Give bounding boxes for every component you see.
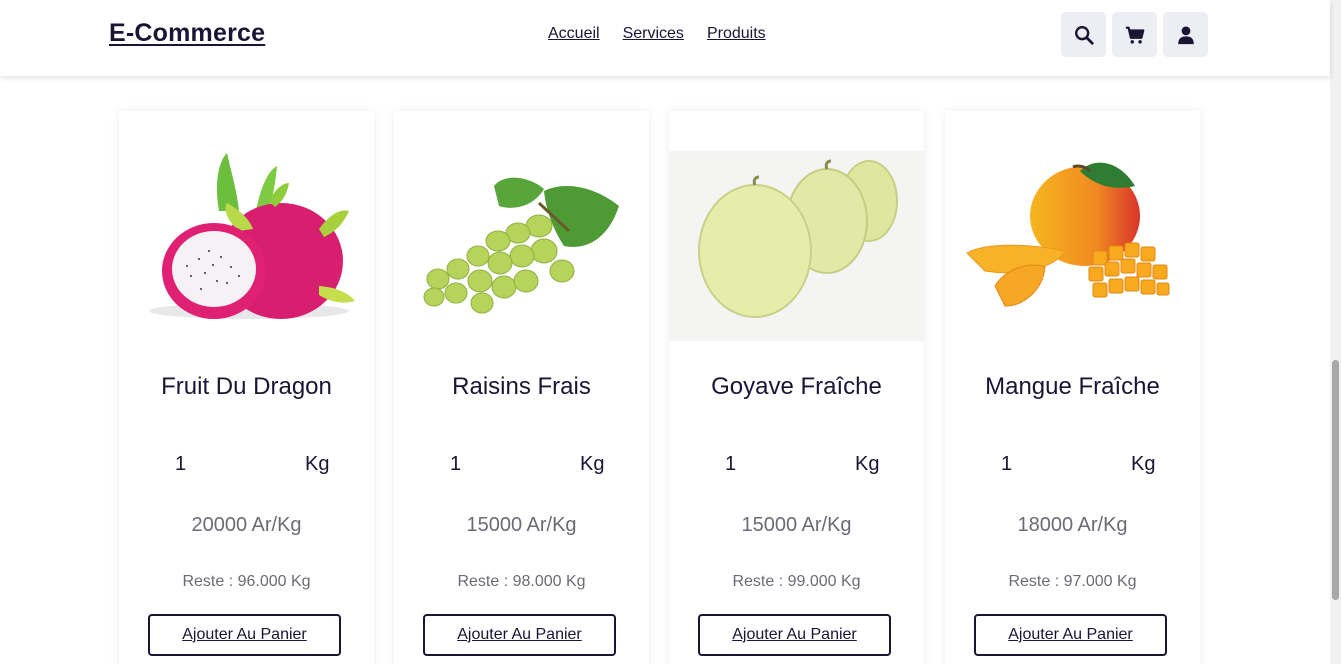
add-to-cart-button[interactable]: Ajouter Au Panier xyxy=(423,614,616,656)
nav-link-accueil[interactable]: Accueil xyxy=(548,25,600,43)
unit-label: Kg xyxy=(855,453,880,475)
cart-button[interactable] xyxy=(1112,12,1157,57)
product-price: 15000 Ar/Kg xyxy=(466,514,577,536)
product-image-dragon-fruit xyxy=(119,111,374,341)
product-image-guava xyxy=(669,111,924,341)
site-header: E-Commerce Accueil Services Produits xyxy=(0,0,1330,76)
add-to-cart-button[interactable]: Ajouter Au Panier xyxy=(974,614,1167,656)
product-card: Goyave Fraîche 1 Kg 15000 Ar/Kg Reste : … xyxy=(669,111,924,664)
product-card: Mangue Fraîche 1 Kg 18000 Ar/Kg Reste : … xyxy=(945,111,1200,664)
product-price: 18000 Ar/Kg xyxy=(1017,514,1128,536)
unit-label: Kg xyxy=(580,453,605,475)
page-scrollbar[interactable] xyxy=(1330,0,1341,664)
product-name: Raisins Frais xyxy=(452,373,591,400)
quantity-value[interactable]: 1 xyxy=(450,453,461,476)
product-price: 20000 Ar/Kg xyxy=(191,514,302,536)
add-to-cart-button[interactable]: Ajouter Au Panier xyxy=(698,614,891,656)
cart-icon xyxy=(1125,26,1144,44)
add-to-cart-button[interactable]: Ajouter Au Panier xyxy=(148,614,341,656)
search-icon xyxy=(1074,25,1094,45)
product-price: 15000 Ar/Kg xyxy=(741,514,852,536)
site-logo[interactable]: E-Commerce xyxy=(109,19,265,48)
product-card: Fruit Du Dragon 1 Kg 20000 Ar/Kg Reste :… xyxy=(119,111,374,664)
quantity-value[interactable]: 1 xyxy=(175,453,186,476)
account-button[interactable] xyxy=(1163,12,1208,57)
page: E-Commerce Accueil Services Produits Fru… xyxy=(0,0,1341,664)
product-image-grapes xyxy=(394,111,649,341)
quantity-value[interactable]: 1 xyxy=(1001,453,1012,476)
product-name: Mangue Fraîche xyxy=(985,373,1160,400)
search-button[interactable] xyxy=(1061,12,1106,57)
stock-remaining: Reste : 97.000 Kg xyxy=(1008,573,1137,590)
scrollbar-thumb[interactable] xyxy=(1332,360,1339,600)
nav-link-services[interactable]: Services xyxy=(623,25,684,43)
nav-link-produits[interactable]: Produits xyxy=(707,25,766,43)
product-card: Raisins Frais 1 Kg 15000 Ar/Kg Reste : 9… xyxy=(394,111,649,664)
product-image-mango xyxy=(945,111,1200,341)
product-name: Fruit Du Dragon xyxy=(161,373,332,400)
user-icon xyxy=(1177,25,1194,44)
main-nav: Accueil Services Produits xyxy=(548,25,766,43)
stock-remaining: Reste : 98.000 Kg xyxy=(457,573,586,590)
product-name: Goyave Fraîche xyxy=(711,373,882,400)
stock-remaining: Reste : 96.000 Kg xyxy=(182,573,311,590)
unit-label: Kg xyxy=(1131,453,1156,475)
header-actions xyxy=(1061,12,1208,57)
unit-label: Kg xyxy=(305,453,330,475)
stock-remaining: Reste : 99.000 Kg xyxy=(732,573,861,590)
quantity-value[interactable]: 1 xyxy=(725,453,736,476)
